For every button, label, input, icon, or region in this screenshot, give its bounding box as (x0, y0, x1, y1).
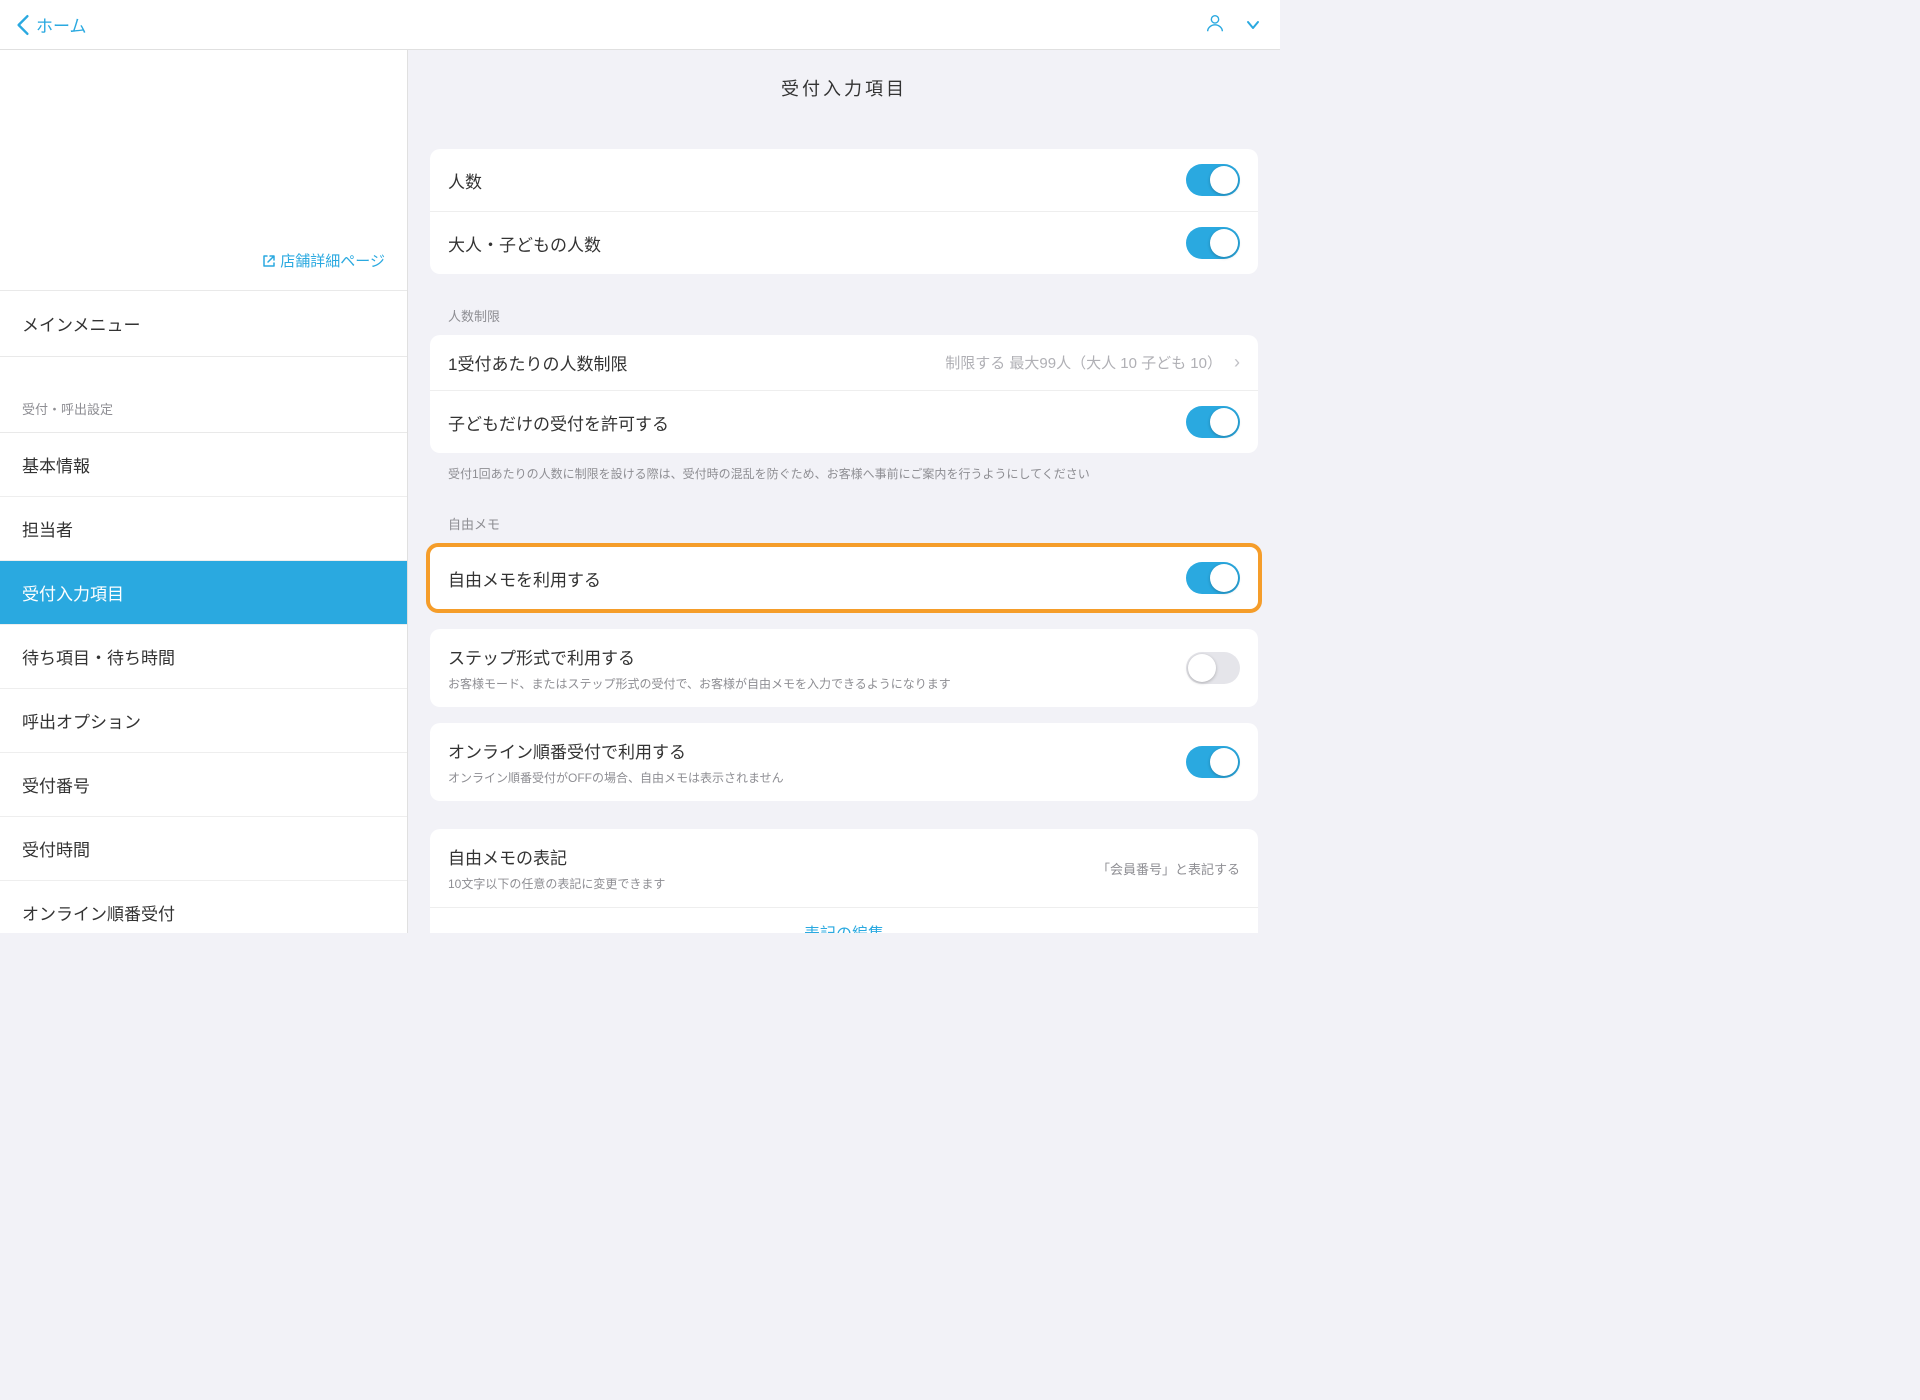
row-memo-enable: 自由メモを利用する (430, 547, 1258, 609)
sidebar-item-ticket-number[interactable]: 受付番号 (0, 753, 407, 817)
limit-help-text: 受付1回あたりの人数に制限を設ける際は、受付時の混乱を防ぐため、お客様へ事前にご… (448, 465, 1240, 482)
people-count-toggle[interactable] (1186, 164, 1240, 196)
people-count-group: 人数 大人・子どもの人数 (430, 149, 1258, 274)
adults-children-label: 大人・子どもの人数 (448, 231, 601, 256)
row-memo-online: オンライン順番受付で利用する オンライン順番受付がOFFの場合、自由メモは表示さ… (430, 723, 1258, 801)
memo-display-group: 自由メモの表記 10文字以下の任意の表記に変更できます 「会員番号」と表記する … (430, 829, 1258, 933)
memo-display-sub: 10文字以下の任意の表記に変更できます (448, 875, 665, 892)
row-limit-per-reception[interactable]: 1受付あたりの人数制限 制限する 最大99人（大人 10 子ども 10） › (430, 335, 1258, 391)
memo-step-group: ステップ形式で利用する お客様モード、またはステップ形式の受付で、お客様が自由メ… (430, 629, 1258, 707)
sidebar-item-wait-items[interactable]: 待ち項目・待ち時間 (0, 625, 407, 689)
store-detail-link[interactable]: 店舗詳細ページ (0, 50, 407, 291)
back-button[interactable]: ホーム (16, 12, 87, 37)
chevron-left-icon (16, 14, 30, 36)
adults-children-toggle[interactable] (1186, 227, 1240, 259)
memo-online-sub: オンライン順番受付がOFFの場合、自由メモは表示されません (448, 769, 784, 786)
limit-label: 1受付あたりの人数制限 (448, 350, 627, 375)
external-link-icon (262, 254, 276, 272)
sidebar-item-input-fields[interactable]: 受付入力項目 (0, 561, 407, 625)
limit-section-header: 人数制限 (448, 306, 1240, 325)
memo-section-header: 自由メモ (448, 514, 1240, 533)
memo-display-edit-link[interactable]: 表記の編集 (430, 908, 1258, 933)
memo-enable-label: 自由メモを利用する (448, 566, 601, 591)
store-detail-link-label: 店舗詳細ページ (280, 253, 385, 270)
memo-enable-highlight: 自由メモを利用する (426, 543, 1262, 613)
back-label: ホーム (36, 12, 87, 37)
memo-enable-toggle[interactable] (1186, 562, 1240, 594)
memo-online-label: オンライン順番受付で利用する (448, 738, 784, 763)
sidebar-item-staff[interactable]: 担当者 (0, 497, 407, 561)
memo-display-value: 「会員番号」と表記する (1097, 859, 1240, 878)
chevron-right-icon: › (1234, 352, 1240, 373)
limit-value-text: 制限する 最大99人（大人 10 子ども 10） (945, 352, 1222, 373)
limit-group: 1受付あたりの人数制限 制限する 最大99人（大人 10 子ども 10） › 子… (430, 335, 1258, 453)
memo-step-sub: お客様モード、またはステップ形式の受付で、お客様が自由メモを入力できるようになり… (448, 675, 951, 692)
user-icon[interactable] (1204, 12, 1226, 37)
memo-online-toggle[interactable] (1186, 746, 1240, 778)
sidebar-section-label: 受付・呼出設定 (0, 357, 407, 433)
sidebar-main-menu[interactable]: メインメニュー (0, 291, 407, 357)
people-count-label: 人数 (448, 168, 482, 193)
sidebar-item-basic-info[interactable]: 基本情報 (0, 433, 407, 497)
page-title: 受付入力項目 (408, 50, 1280, 149)
sidebar: 店舗詳細ページ メインメニュー 受付・呼出設定 基本情報 担当者 受付入力項目 … (0, 50, 408, 933)
row-adults-children: 大人・子どもの人数 (430, 212, 1258, 274)
row-memo-display: 自由メモの表記 10文字以下の任意の表記に変更できます 「会員番号」と表記する (430, 829, 1258, 908)
content-area: 受付入力項目 人数 大人・子どもの人数 人数制限 1受付あたりの人数制限 制限す… (408, 50, 1280, 933)
row-children-only: 子どもだけの受付を許可する (430, 391, 1258, 453)
sidebar-item-reception-time[interactable]: 受付時間 (0, 817, 407, 881)
top-bar: ホーム (0, 0, 1280, 50)
memo-step-toggle[interactable] (1186, 652, 1240, 684)
sidebar-item-call-options[interactable]: 呼出オプション (0, 689, 407, 753)
sidebar-item-online-queue[interactable]: オンライン順番受付 (0, 881, 407, 933)
row-people-count: 人数 (430, 149, 1258, 212)
row-memo-step: ステップ形式で利用する お客様モード、またはステップ形式の受付で、お客様が自由メ… (430, 629, 1258, 707)
chevron-down-icon[interactable] (1246, 17, 1260, 33)
top-right-controls (1204, 12, 1260, 37)
children-only-label: 子どもだけの受付を許可する (448, 410, 669, 435)
limit-value-display: 制限する 最大99人（大人 10 子ども 10） › (945, 352, 1240, 373)
memo-display-title: 自由メモの表記 (448, 844, 665, 869)
memo-step-label: ステップ形式で利用する (448, 644, 951, 669)
children-only-toggle[interactable] (1186, 406, 1240, 438)
memo-online-group: オンライン順番受付で利用する オンライン順番受付がOFFの場合、自由メモは表示さ… (430, 723, 1258, 801)
